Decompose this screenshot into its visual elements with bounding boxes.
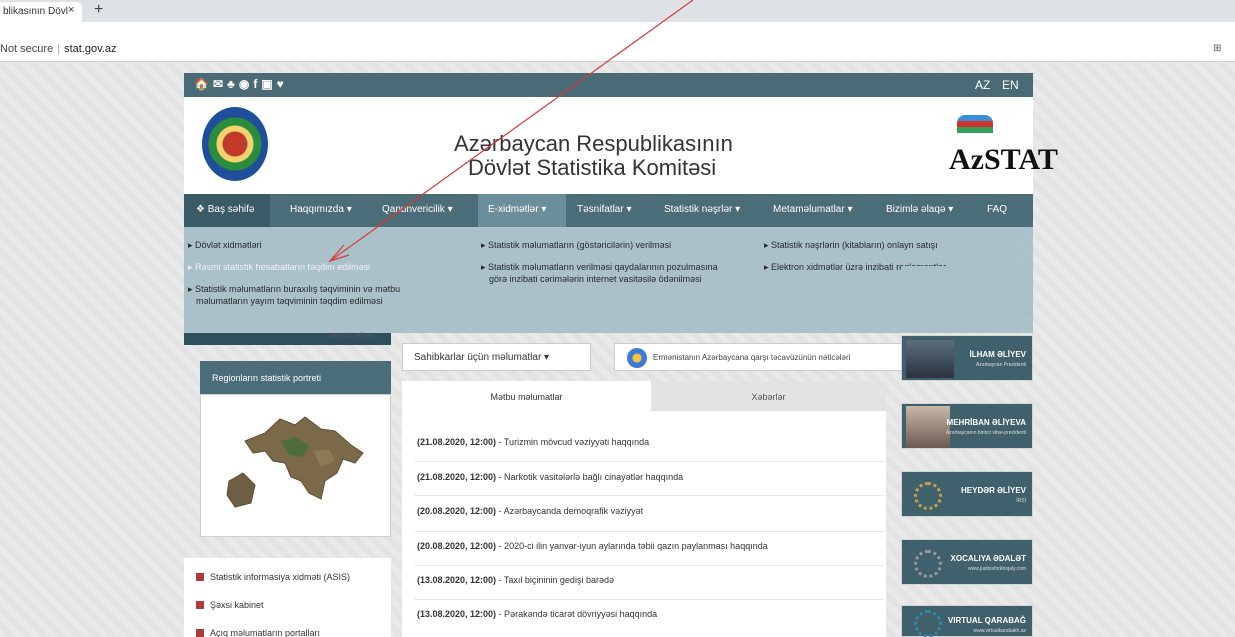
nav-haqqimizda[interactable]: Haqqımızda ▾ (290, 204, 352, 215)
banner-virtual-qarabag[interactable]: VIRTUAL QARABAĞ www.virtualkarabakh.az (901, 605, 1033, 637)
banner-mehriban-aliyeva[interactable]: MEHRİBAN ƏLİYEVA Azərbaycanın birinci vi… (901, 403, 1033, 449)
site-title-line1: Azərbaycan Respublikasının (454, 131, 733, 156)
portrait-icon (906, 340, 954, 378)
tab-xeberler[interactable]: Xəbərlər (651, 381, 886, 411)
portal-icon (196, 629, 204, 637)
nav-faq[interactable]: FAQ (987, 204, 1007, 215)
news-item[interactable]: (13.08.2020, 12:00) - Taxıl biçininin ge… (417, 575, 614, 585)
site-header: Azərbaycan Respublikasının Dövlət Statis… (184, 97, 1058, 194)
database-icon (196, 573, 204, 581)
news-divider (414, 565, 884, 566)
tab-matbu-melumatlar[interactable]: Mətbu məlumatlar (402, 381, 651, 411)
nav-tesnifatlar[interactable]: Təsnifatlar ▾ (577, 204, 631, 215)
dd-buraxilis-teqvimi-cont[interactable]: məlumatların yayım təqviminin təqdim edi… (196, 295, 383, 307)
news-divider (414, 599, 884, 600)
azerbaijan-map-icon[interactable] (225, 411, 371, 513)
site-title-line2: Dövlət Statistika Komitəsi (468, 155, 717, 180)
dd-cerimeler[interactable]: ▸ Statistik məlumatların verilməsi qayda… (481, 261, 718, 273)
azstat-logo[interactable]: AzSTAT (949, 115, 1058, 189)
nav-home[interactable]: ❖ Baş səhifə (184, 194, 270, 227)
virtual-karabakh-icon (914, 610, 942, 637)
dd-melumat-verilmesi[interactable]: ▸ Statistik məlumatların (göstəricilərin… (481, 239, 671, 251)
state-emblem-icon[interactable] (202, 107, 268, 181)
burst-icon (627, 348, 647, 368)
new-tab-button[interactable]: + (94, 1, 103, 19)
dd-resmi-hesabatlar[interactable]: ▸ Rəsmi statistik hesabatların təqdim ed… (188, 261, 370, 273)
main-nav: ❖ Baş səhifə Haqqımızda ▾ Qanunvericilik… (184, 194, 1033, 227)
news-item[interactable]: (21.08.2020, 12:00) - Turizmin mövcud və… (417, 437, 649, 447)
nav-statistik-nesrler[interactable]: Statistik nəşrlər ▾ (664, 204, 740, 215)
browser-tab-title: blikasının Dövl (3, 6, 69, 17)
ermenistan-button[interactable]: Ermənistanın Azərbaycana qarşı təcavüzün… (614, 343, 915, 371)
user-icon (196, 601, 204, 609)
top-strip: 🏠✉♣◉f▣♥ AZ EN (184, 73, 1033, 97)
news-divider (414, 531, 884, 532)
news-item[interactable]: (20.08.2020, 12:00) - Azərbaycanda demoq… (417, 506, 643, 516)
news-tabs: Mətbu məlumatlar Xəbərlər (402, 381, 886, 411)
news-divider (414, 461, 884, 462)
dd-cerimeler-cont[interactable]: görə inzibati cərimələrin internet vasit… (489, 273, 702, 285)
side-link-sexsi-kabinet[interactable]: Şəxsi kabinet (196, 600, 264, 610)
nav-bizimle-elaqe[interactable]: Bizimlə əlaqə ▾ (886, 204, 953, 215)
ermenistan-button-label: Ermənistanın Azərbaycana qarşı təcavüzün… (653, 353, 851, 362)
right-banner-placeholder (901, 266, 1033, 316)
browser-tabbar: blikasının Dövl × + (0, 0, 1235, 22)
portrait-icon (906, 406, 950, 448)
tab-close-icon[interactable]: × (68, 4, 74, 16)
slider-caption: Heydər Əliyev (330, 333, 374, 340)
nav-metamelumatlar[interactable]: Metaməlumatlar ▾ (773, 204, 853, 215)
nav-e-xidmetler[interactable]: E-xidmətlər ▾ (478, 194, 566, 227)
lang-az-link[interactable]: AZ (975, 78, 990, 92)
region-portrait-panel[interactable] (200, 394, 391, 537)
address-bar[interactable]: Not secure | stat.gov.az ⊞ (0, 22, 1235, 62)
heydar-aliyev-emblem-icon (914, 482, 942, 510)
dd-buraxilis-teqvimi[interactable]: ▸ Statistik məlumatların buraxılış təqvi… (188, 283, 400, 295)
side-links-panel: Statistik informasiya xidməti (ASIS) Şəx… (184, 558, 391, 637)
sahibkarlar-dropdown-button[interactable]: Sahibkarlar üçün məlumatlar ▾ (402, 343, 591, 371)
news-list: (21.08.2020, 12:00) - Turizmin mövcud və… (402, 411, 886, 637)
translate-icon[interactable]: ⊞ (1213, 43, 1227, 55)
nav-qanunvericilik[interactable]: Qanunvericilik ▾ (382, 204, 453, 215)
logo-text: AzSTAT (949, 143, 1058, 176)
news-item[interactable]: (20.08.2020, 12:00) - 2020-ci ilin yanva… (417, 541, 768, 551)
banner-heydar-aliyev[interactable]: HEYDƏR ƏLİYEV İRSİ (901, 471, 1033, 517)
lang-en-link[interactable]: EN (1002, 78, 1019, 92)
banner-xocaliya-edalet[interactable]: XOCALIYA ƏDALƏT www.justiceforkhojaly.co… (901, 539, 1033, 585)
address-separator: | (57, 43, 61, 55)
side-link-acig-melumat[interactable]: Açıq məlumatların portalları (196, 628, 320, 637)
news-item[interactable]: (21.08.2020, 12:00) - Narkotik vasitələr… (417, 472, 683, 482)
banner-ilham-aliyev[interactable]: İLHAM ƏLİYEV Azərbaycan Prezidenti (901, 335, 1033, 381)
news-item[interactable]: (13.08.2020, 12:00) - Pərakəndə ticarət … (417, 609, 657, 619)
region-portrait-header: Regionların statistik portreti (200, 361, 391, 394)
social-icons[interactable]: 🏠✉♣◉f▣♥ (194, 77, 288, 91)
logo-flag-icon (957, 115, 993, 133)
dd-onlayn-satis[interactable]: ▸ Statistik nəşrlərin (kitabların) onlay… (764, 239, 938, 251)
dd-dovlet-xidmetleri[interactable]: ▸ Dövlət xidmətləri (188, 239, 262, 251)
url-text[interactable]: stat.gov.az (64, 43, 116, 55)
security-indicator[interactable]: Not secure (0, 43, 53, 55)
side-link-asis[interactable]: Statistik informasiya xidməti (ASIS) (196, 572, 350, 582)
news-divider (414, 495, 884, 496)
khojaly-icon (914, 550, 942, 578)
browser-tab[interactable]: blikasının Dövl × (0, 2, 82, 22)
